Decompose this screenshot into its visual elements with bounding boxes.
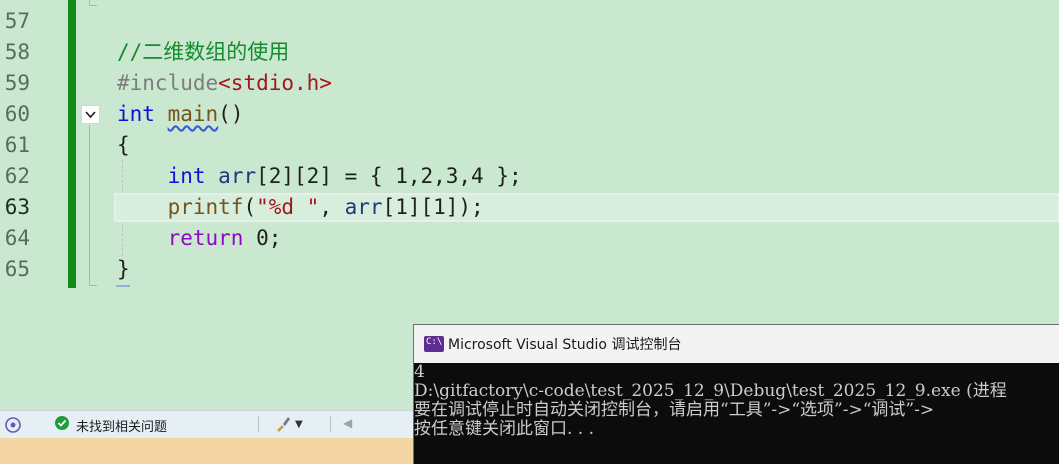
console-line: 4 <box>414 362 425 382</box>
console-app-icon: C:\ <box>424 336 444 352</box>
line-number: 57 <box>4 9 30 33</box>
line-number-current: 63 <box>4 195 30 219</box>
line-number: 64 <box>4 226 30 250</box>
console-title-bar[interactable]: C:\ Microsoft Visual Studio 调试控制台 <box>414 325 1059 363</box>
text-caret <box>116 285 130 287</box>
intellicode-icon[interactable] <box>4 416 22 434</box>
fold-line <box>89 125 90 285</box>
comment-token: //二维数组的使用 <box>117 40 290 64</box>
code-line-65[interactable]: } <box>117 254 130 285</box>
string-token: "%d " <box>256 195 320 219</box>
scroll-left-icon[interactable]: ◀ <box>343 416 352 430</box>
punctuation-token: ( <box>243 195 257 219</box>
code-line-60[interactable]: int main() <box>117 99 243 130</box>
punctuation-token: [1][1]); <box>382 195 484 219</box>
fold-collapse-button[interactable] <box>81 105 100 124</box>
punctuation-token: }; <box>483 164 522 188</box>
no-issues-check-icon <box>55 416 69 430</box>
status-separator <box>258 416 259 432</box>
code-line-63[interactable]: printf("%d ", arr[1][1]); <box>117 192 484 223</box>
fold-tick <box>89 285 97 286</box>
console-title-text: Microsoft Visual Studio 调试控制台 <box>448 337 682 353</box>
line-number: 60 <box>4 102 30 126</box>
function-name-token: main <box>167 102 219 126</box>
issues-status-text[interactable]: 未找到相关问题 <box>76 416 167 435</box>
punctuation-token: [2][2] = { <box>256 164 396 188</box>
change-tracking-bar <box>68 0 76 288</box>
function-name-token: printf <box>167 195 244 219</box>
code-line-64[interactable]: return 0; <box>117 223 282 254</box>
variable-token: arr <box>344 195 383 219</box>
variable-token: arr <box>218 164 257 188</box>
console-output[interactable]: 4 D:\gitfactory\c-code\test_2025_12_9\De… <box>414 363 1059 439</box>
bottom-status-strip <box>0 438 414 464</box>
chevron-down-icon[interactable]: ▼ <box>295 419 303 430</box>
chevron-down-icon <box>85 111 96 119</box>
editor-status-bar: 未找到相关问题 ▼ ◀ <box>0 410 414 441</box>
line-number: 59 <box>4 71 30 95</box>
code-line-61[interactable]: { <box>117 130 130 161</box>
number-token: 0; <box>243 226 282 250</box>
line-number: 65 <box>4 257 30 281</box>
code-cleanup-brush-icon[interactable] <box>274 415 292 433</box>
console-line: D:\gitfactory\c-code\test_2025_12_9\Debu… <box>414 381 1007 401</box>
punctuation-token: , <box>319 195 345 219</box>
number-token: 1,2,3,4 <box>395 164 484 188</box>
status-separator <box>330 416 331 432</box>
console-line: 要在调试停止时自动关闭控制台，请启用“工具”->“选项”->“调试”-> <box>414 400 935 420</box>
keyword-token: int <box>167 164 206 188</box>
code-line-59[interactable]: #include<stdio.h> <box>117 68 332 99</box>
brace-token: } <box>117 257 130 281</box>
line-number: 62 <box>4 164 30 188</box>
brace-token: { <box>117 133 130 157</box>
debug-console-window[interactable]: C:\ Microsoft Visual Studio 调试控制台 4 D:\g… <box>413 324 1059 464</box>
line-number: 61 <box>4 133 30 157</box>
include-header-token: <stdio.h> <box>218 71 332 95</box>
fold-tick <box>89 5 97 6</box>
keyword-token: int <box>117 102 155 126</box>
code-line-62[interactable]: int arr[2][2] = { 1,2,3,4 }; <box>117 161 522 192</box>
code-line-58[interactable]: //二维数组的使用 <box>117 37 289 68</box>
punctuation-token: () <box>218 102 244 126</box>
keyword-token: return <box>167 226 244 250</box>
console-line: 按任意键关闭此窗口. . . <box>414 419 595 439</box>
preprocessor-token: #include <box>117 71 219 95</box>
line-number: 58 <box>4 40 30 64</box>
